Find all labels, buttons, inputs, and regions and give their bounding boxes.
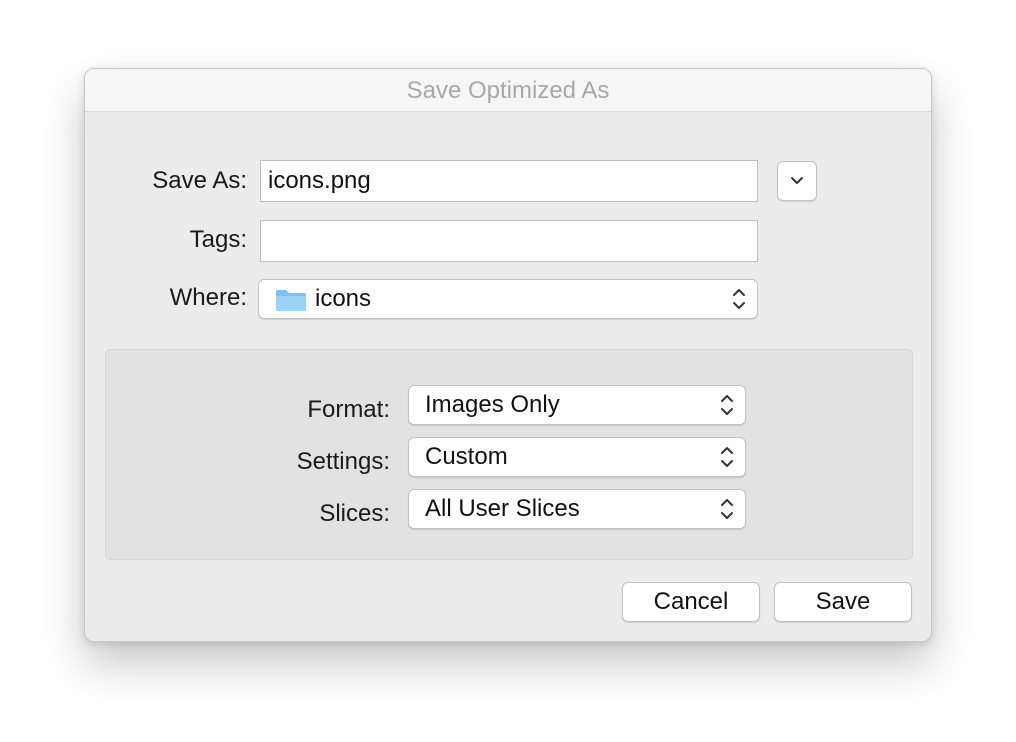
save-button[interactable]: Save: [774, 582, 912, 622]
format-popup[interactable]: Images Only: [408, 385, 746, 425]
tags-input[interactable]: [260, 220, 758, 262]
format-label: Format:: [307, 396, 390, 423]
where-popup[interactable]: icons: [258, 279, 758, 319]
cancel-button[interactable]: Cancel: [622, 582, 760, 622]
up-down-arrows-icon: [721, 499, 733, 519]
chevron-down-icon: [791, 177, 803, 184]
folder-icon: [276, 290, 306, 311]
slices-value: All User Slices: [425, 495, 580, 522]
up-down-arrows-icon: [721, 447, 733, 467]
options-panel: Format: Images Only Settings: Custom Sli…: [105, 349, 913, 560]
up-down-arrows-icon: [733, 289, 745, 309]
save-dialog: Save Optimized As Save As: Tags: Where: …: [84, 68, 932, 642]
dialog-title: Save Optimized As: [85, 69, 931, 112]
up-down-arrows-icon: [721, 395, 733, 415]
save-as-label: Save As:: [152, 167, 247, 194]
settings-popup[interactable]: Custom: [408, 437, 746, 477]
format-value: Images Only: [425, 391, 560, 418]
save-as-input[interactable]: [260, 160, 758, 202]
expand-button[interactable]: [777, 161, 817, 201]
tags-label: Tags:: [189, 226, 247, 253]
where-label: Where:: [169, 284, 247, 311]
settings-value: Custom: [425, 443, 508, 470]
where-value: icons: [315, 285, 372, 312]
settings-label: Settings:: [296, 448, 390, 475]
slices-label: Slices:: [319, 500, 390, 527]
slices-popup[interactable]: All User Slices: [408, 489, 746, 529]
